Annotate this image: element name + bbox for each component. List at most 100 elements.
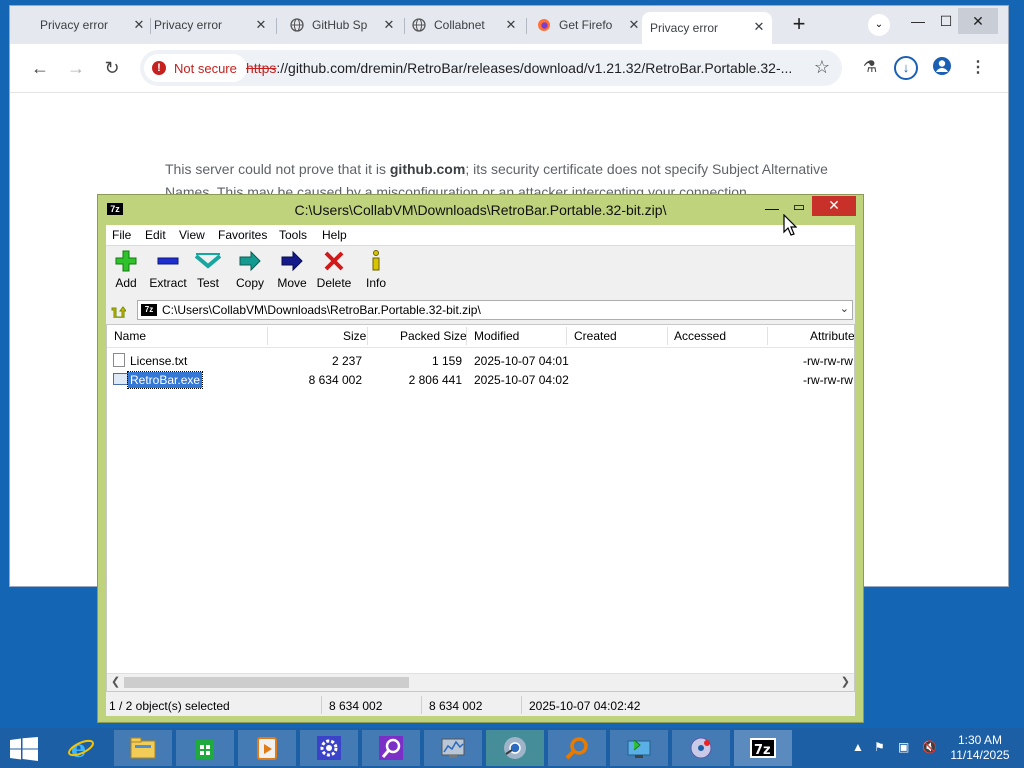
menu-favorites[interactable]: Favorites <box>218 228 267 242</box>
taskbar-remote-desktop[interactable] <box>610 730 668 766</box>
address-bar[interactable]: ! Not secure https://github.com/dremin/R… <box>140 50 842 86</box>
scroll-right-icon[interactable]: ❯ <box>841 675 850 688</box>
show-hidden-icons-chevron-icon[interactable]: ▲ <box>852 740 864 754</box>
column-separator[interactable] <box>566 327 567 345</box>
download-icon[interactable]: ↓ <box>894 56 918 80</box>
horizontal-scrollbar[interactable]: ❮ ❯ <box>107 673 854 691</box>
taskbar-internet-explorer[interactable]: e <box>52 730 110 766</box>
taskbar-search-tool[interactable] <box>548 730 606 766</box>
info-icon <box>372 250 380 271</box>
col-size[interactable]: Size <box>343 329 366 343</box>
globe-icon <box>412 18 426 32</box>
forward-arrow-icon[interactable]: → <box>64 56 88 80</box>
action-center-flag-icon[interactable]: ⚑ <box>874 740 885 754</box>
windows-start-icon[interactable] <box>10 737 38 761</box>
network-icon[interactable]: ▣ <box>898 740 909 754</box>
taskbar-disc-tool[interactable] <box>672 730 730 766</box>
close-icon[interactable]: ✕ <box>132 18 146 32</box>
file-row-license[interactable]: License.txt 2 237 1 159 2025-10-07 04:01… <box>107 351 854 370</box>
close-button[interactable]: ✕ <box>812 196 856 216</box>
taskbar: e 7z ▲ ⚑ ▣ 🔇 1:30 AM 11/14/2025 <box>0 728 1024 768</box>
system-clock[interactable]: 1:30 AM 11/14/2025 <box>950 733 1010 763</box>
tab-github[interactable]: GitHub Sp ✕ <box>290 10 396 40</box>
delete-button[interactable]: Delete <box>312 250 356 290</box>
menu-tools[interactable]: Tools <box>279 228 307 242</box>
close-icon[interactable]: ✕ <box>627 18 641 32</box>
tab-collabnet[interactable]: Collabnet ✕ <box>412 10 518 40</box>
path-combobox[interactable]: 7z C:\Users\CollabVM\Downloads\RetroBar.… <box>137 300 853 320</box>
window-title: C:\Users\CollabVM\Downloads\RetroBar.Por… <box>294 202 667 218</box>
volume-muted-icon[interactable]: 🔇 <box>922 740 937 754</box>
path-bar: 7z C:\Users\CollabVM\Downloads\RetroBar.… <box>106 298 855 322</box>
chevron-down-icon[interactable]: ⌄ <box>840 302 849 315</box>
col-modified[interactable]: Modified <box>474 329 519 343</box>
bookmark-star-icon[interactable]: ☆ <box>814 57 830 78</box>
column-separator[interactable] <box>267 327 268 345</box>
folder-up-icon[interactable] <box>110 302 127 320</box>
close-icon[interactable]: ✕ <box>382 18 396 32</box>
close-icon[interactable]: ✕ <box>752 20 766 34</box>
col-name[interactable]: Name <box>114 329 146 343</box>
taskbar-file-explorer[interactable] <box>114 730 172 766</box>
file-modified: 2025-10-07 04:01 <box>474 354 569 368</box>
taskbar-media-player[interactable] <box>238 730 296 766</box>
minimize-button[interactable]: — <box>762 197 782 219</box>
file-name: RetroBar.exe <box>126 371 204 389</box>
move-button[interactable]: Move <box>270 250 314 290</box>
taskbar-7zip[interactable]: 7z <box>734 730 792 766</box>
tab-search-button[interactable]: ⌄ <box>868 14 890 36</box>
col-attributes[interactable]: Attribute <box>810 329 854 343</box>
menu-view[interactable]: View <box>179 228 205 242</box>
tab-firefox[interactable]: Get Firefo ✕ <box>537 10 641 40</box>
file-packed-size: 1 159 <box>431 354 462 368</box>
tab-privacy-error-1[interactable]: Privacy error ✕ <box>18 10 146 40</box>
not-secure-badge[interactable]: ! Not secure <box>144 54 247 82</box>
col-created[interactable]: Created <box>574 329 617 343</box>
tab-privacy-error-active[interactable]: Privacy error ✕ <box>642 12 772 44</box>
info-button[interactable]: Info <box>354 250 398 290</box>
extract-button[interactable]: Extract <box>146 250 190 290</box>
menu-kebab-icon[interactable]: ⋮ <box>966 56 990 80</box>
file-packed-size: 2 806 441 <box>408 373 462 387</box>
column-separator[interactable] <box>466 327 467 345</box>
taskbar-search-app[interactable] <box>362 730 420 766</box>
scroll-left-icon[interactable]: ❮ <box>111 675 120 688</box>
new-tab-button[interactable]: + <box>788 13 810 36</box>
profile-avatar-icon[interactable] <box>930 56 954 80</box>
column-separator[interactable] <box>767 327 768 345</box>
back-arrow-icon[interactable]: ← <box>28 56 52 80</box>
taskbar-performance-monitor[interactable] <box>424 730 482 766</box>
tab-separator <box>276 18 277 34</box>
svg-text:7z: 7z <box>754 743 771 758</box>
test-label: Test <box>196 276 219 290</box>
tab-privacy-error-2[interactable]: Privacy error ✕ <box>154 10 268 40</box>
test-button[interactable]: Test <box>186 250 230 290</box>
copy-button[interactable]: Copy <box>228 250 272 290</box>
monitor-chart-icon <box>441 738 465 758</box>
taskbar-chrome[interactable] <box>486 730 544 766</box>
col-packed-size[interactable]: Packed Size <box>400 329 467 343</box>
scrollbar-thumb[interactable] <box>124 677 409 688</box>
col-accessed[interactable]: Accessed <box>674 329 726 343</box>
menu-file[interactable]: File <box>112 228 131 242</box>
taskbar-store[interactable] <box>176 730 234 766</box>
file-list[interactable]: Name Size Packed Size Modified Created A… <box>106 324 855 692</box>
file-row-retrobar[interactable]: RetroBar.exe 8 634 002 2 806 441 2025-10… <box>107 370 854 389</box>
taskbar-settings[interactable] <box>300 730 358 766</box>
close-icon[interactable]: ✕ <box>254 18 268 32</box>
close-window-button[interactable]: ✕ <box>958 8 998 34</box>
tab-separator <box>526 18 527 34</box>
tab-title: Collabnet <box>434 18 485 32</box>
column-separator[interactable] <box>367 327 368 345</box>
menu-edit[interactable]: Edit <box>145 228 166 242</box>
sevenzip-titlebar[interactable]: 7z C:\Users\CollabVM\Downloads\RetroBar.… <box>98 195 863 225</box>
column-separator[interactable] <box>667 327 668 345</box>
globe-icon <box>290 18 304 32</box>
close-icon[interactable]: ✕ <box>504 18 518 32</box>
url-text[interactable]: https://github.com/dremin/RetroBar/relea… <box>246 60 792 76</box>
reload-icon[interactable]: ↻ <box>100 56 124 80</box>
labs-flask-icon[interactable]: ⚗ <box>858 56 882 80</box>
add-button[interactable]: Add <box>104 250 148 290</box>
tab-title: Privacy error <box>40 18 109 32</box>
menu-help[interactable]: Help <box>322 228 347 242</box>
